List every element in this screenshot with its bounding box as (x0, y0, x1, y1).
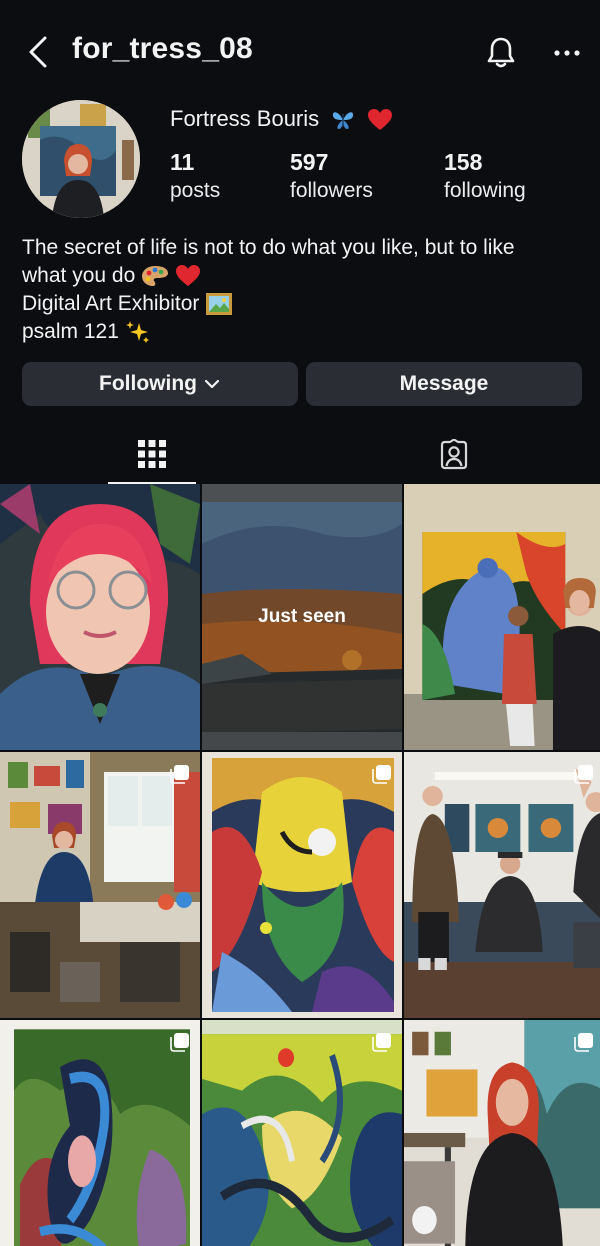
stat-posts-count: 11 (170, 149, 195, 175)
post-tile[interactable]: Just seen (202, 484, 402, 750)
multiple-posts-icon (170, 1033, 189, 1052)
just-seen-overlay: Just seen (258, 606, 346, 627)
stat-following-count: 158 (444, 149, 483, 175)
grid-icon (138, 440, 166, 468)
stat-following-label: following (444, 179, 526, 202)
display-name: Fortress Bouris (170, 106, 393, 132)
message-button[interactable]: Message (306, 362, 582, 406)
following-button[interactable]: Following (22, 362, 298, 406)
post-tile[interactable] (0, 752, 200, 1018)
heart-icon (175, 265, 200, 287)
profile-username: for_tress_08 (72, 32, 253, 65)
stat-posts-label: posts (170, 179, 221, 202)
multiple-posts-icon (170, 765, 189, 784)
post-image (404, 752, 600, 1018)
top-bar: for_tress_08 (0, 0, 600, 100)
artist-palette-icon (142, 266, 169, 287)
multiple-posts-icon (372, 1033, 391, 1052)
display-name-text: Fortress Bouris (170, 106, 320, 131)
stat-following[interactable]: 158 following (444, 148, 526, 206)
bell-icon[interactable] (484, 34, 518, 70)
bio-line-2: what you do (22, 264, 136, 287)
multiple-posts-icon (574, 1033, 593, 1052)
butterfly-icon (333, 112, 354, 130)
bio-line-4-row: psalm 121 (22, 318, 582, 346)
post-image (404, 484, 600, 750)
bio-line-1: The secret of life is not to do what you… (22, 236, 515, 259)
sparkles-icon (125, 321, 149, 344)
message-label: Message (399, 372, 489, 395)
post-tile[interactable] (0, 1020, 200, 1246)
chevron-left-icon[interactable] (26, 34, 52, 70)
post-tile[interactable] (404, 484, 600, 750)
profile-tabs (0, 428, 600, 484)
post-image (0, 1020, 200, 1246)
post-image (0, 484, 200, 750)
heart-icon (368, 109, 393, 131)
chevron-down-icon (204, 379, 220, 389)
post-image (404, 1020, 600, 1246)
post-image (202, 1020, 402, 1246)
stat-followers-label: followers (290, 179, 373, 202)
framed-picture-icon (206, 293, 233, 316)
bio-line-3: Digital Art Exhibitor (22, 292, 200, 315)
profile-bio: The secret of life is not to do what you… (22, 234, 582, 346)
stat-followers[interactable]: 597 followers (290, 148, 373, 206)
stat-followers-count: 597 (290, 149, 329, 175)
more-horizontal-icon[interactable] (552, 38, 582, 68)
tagged-person-icon (440, 439, 468, 470)
post-image (202, 752, 402, 1018)
post-tile[interactable] (202, 752, 402, 1018)
following-label: Following (99, 372, 197, 395)
bio-line-2-row: what you do (22, 262, 582, 290)
post-tile[interactable] (0, 484, 200, 750)
post-tile[interactable] (202, 1020, 402, 1246)
bio-line-4: psalm 121 (22, 320, 119, 343)
multiple-posts-icon (574, 765, 593, 784)
posts-grid: Just seen (0, 484, 600, 1246)
avatar[interactable] (22, 100, 140, 218)
tab-tagged[interactable] (410, 428, 498, 484)
bio-line-3-row: Digital Art Exhibitor (22, 290, 582, 318)
tab-posts-grid[interactable] (108, 428, 196, 484)
stat-posts[interactable]: 11 posts (170, 148, 220, 206)
post-tile[interactable] (404, 1020, 600, 1246)
post-tile[interactable] (404, 752, 600, 1018)
post-image (0, 752, 200, 1018)
multiple-posts-icon (372, 765, 391, 784)
